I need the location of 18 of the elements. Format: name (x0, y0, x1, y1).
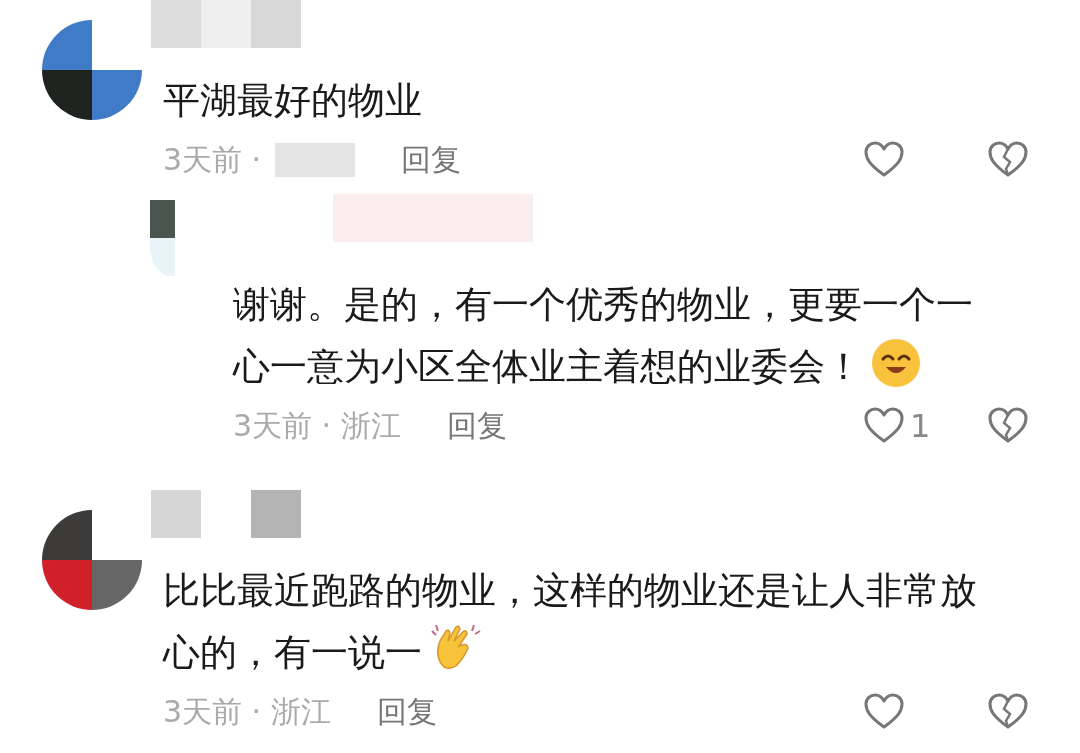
reply-link[interactable]: 回复 (401, 139, 462, 181)
heart-icon[interactable] (864, 141, 904, 179)
comment-meta: 3天前 · 浙江 (163, 692, 331, 731)
comment-text: 比比最近跑路的物业，这样的物业还是让人非常放心的，有一说一 (163, 568, 978, 677)
avatar[interactable] (42, 510, 142, 610)
heart-icon[interactable] (864, 407, 904, 445)
reply-link[interactable]: 回复 (376, 691, 437, 733)
avatar[interactable] (42, 20, 142, 120)
comment-text: 平湖最好的物业 (163, 78, 423, 124)
comment-text: 谢谢。是的，有一个优秀的物业，更要一个一心一意为小区全体业主着想的业委会！ (233, 282, 974, 391)
like-count: 1 (910, 407, 931, 445)
broken-heart-icon[interactable] (988, 693, 1028, 731)
comment-meta: 3天前 · (163, 140, 262, 179)
heart-icon[interactable] (864, 693, 904, 731)
broken-heart-icon[interactable] (988, 407, 1028, 445)
comment-meta: 3天前 · 浙江 (233, 406, 401, 445)
reply-link[interactable]: 回复 (446, 405, 507, 447)
broken-heart-icon[interactable] (988, 141, 1028, 179)
